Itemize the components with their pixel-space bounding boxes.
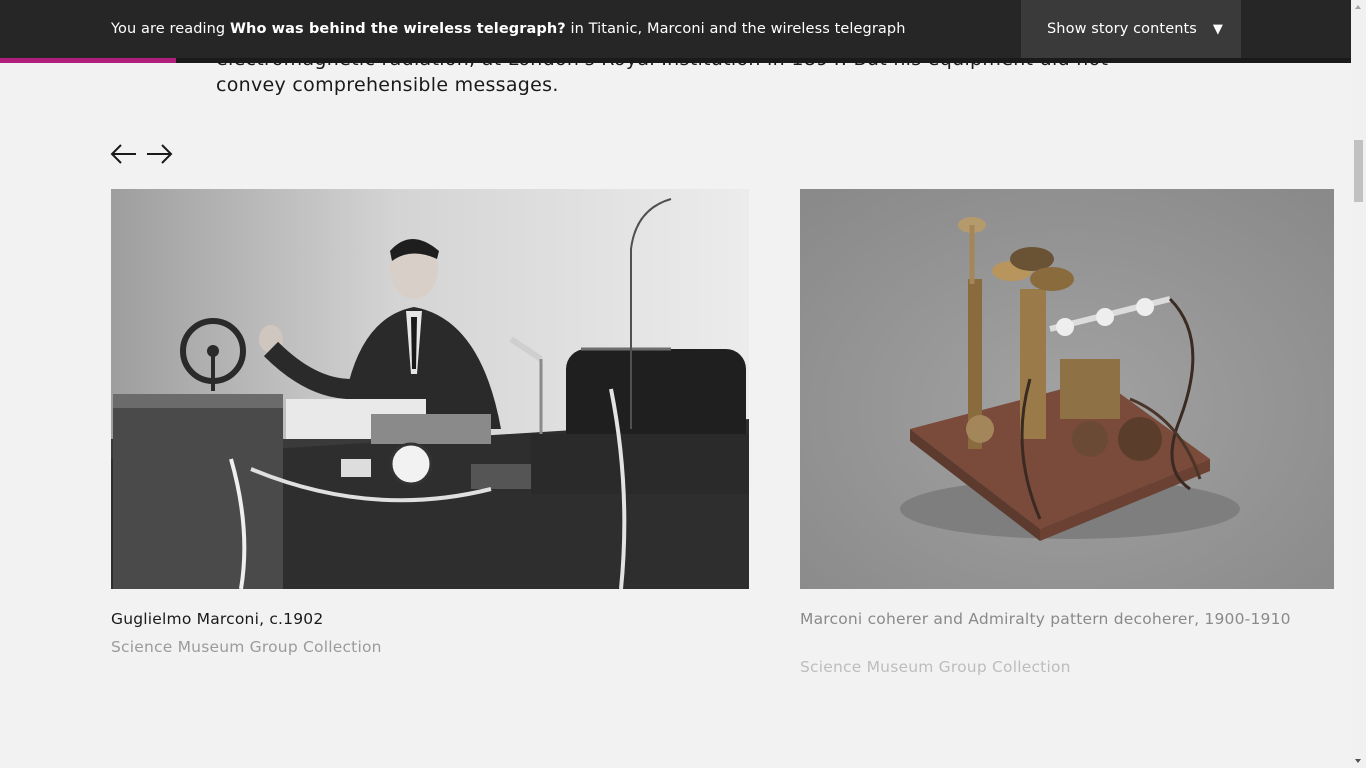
carousel-image-coherer[interactable] — [800, 189, 1334, 589]
reading-status: You are reading Who was behind the wirel… — [111, 0, 905, 58]
marconi-photo — [111, 189, 749, 589]
carousel-image-marconi[interactable] — [111, 189, 749, 589]
story-title[interactable]: Who was behind the wireless telegraph? — [230, 21, 566, 37]
scroll-down-icon[interactable] — [1355, 759, 1361, 763]
reading-header: You are reading Who was behind the wirel… — [0, 0, 1351, 58]
image-caption: Marconi coherer and Admiralty pattern de… — [800, 610, 1291, 628]
reading-progress-bar — [0, 58, 1351, 63]
reading-prefix: You are reading — [111, 21, 230, 37]
collection-title[interactable]: Titanic, Marconi and the wireless telegr… — [589, 21, 906, 37]
scrollbar-thumb[interactable] — [1354, 140, 1363, 202]
reading-middle: in — [565, 21, 589, 37]
image-caption: Guglielmo Marconi, c.1902 — [111, 610, 324, 628]
page-scrollbar[interactable] — [1351, 0, 1366, 768]
carousel-next-button[interactable] — [145, 142, 173, 166]
image-source[interactable]: Science Museum Group Collection — [111, 638, 382, 656]
arrow-left-icon — [110, 144, 136, 164]
scroll-up-icon[interactable] — [1355, 5, 1361, 9]
coherer-photo — [800, 189, 1334, 589]
show-story-contents-button[interactable]: Show story contents ▼ — [1021, 0, 1241, 58]
image-source[interactable]: Science Museum Group Collection — [800, 658, 1071, 676]
caret-down-icon: ▼ — [1212, 22, 1223, 37]
show-story-contents-label: Show story contents — [1047, 21, 1197, 37]
reading-progress-fill — [0, 58, 176, 63]
arrow-right-icon — [147, 144, 173, 164]
carousel-prev-button[interactable] — [110, 142, 138, 166]
article-line: convey comprehensible messages. — [216, 74, 559, 96]
